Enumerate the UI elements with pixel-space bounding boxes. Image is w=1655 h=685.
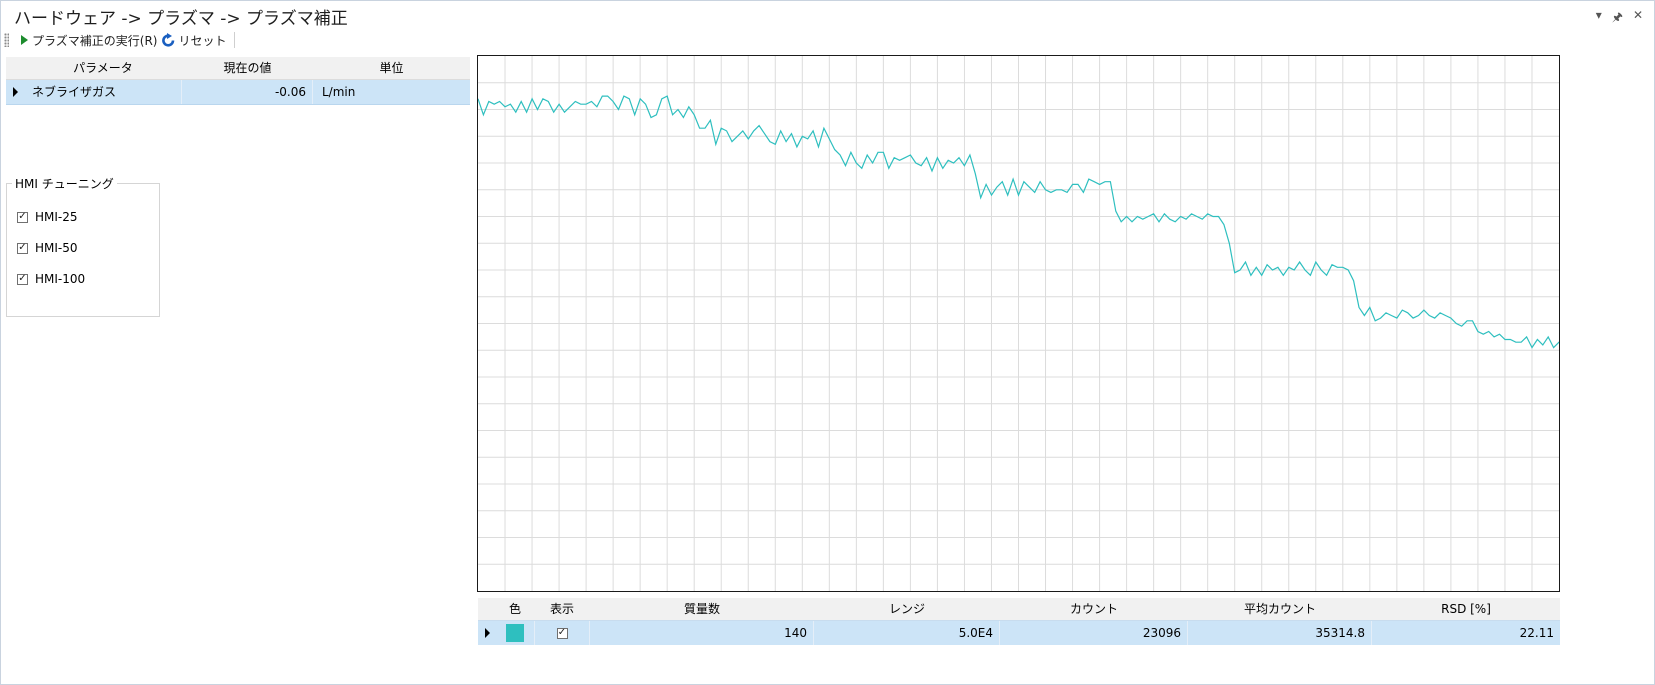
toolbar-grip-icon[interactable] — [4, 33, 9, 47]
chart-grid — [478, 56, 1559, 591]
row-indicator-header — [478, 598, 496, 620]
param-name-cell[interactable]: ネブライザガス — [24, 80, 182, 104]
param-value-cell[interactable]: -0.06 — [182, 80, 313, 104]
row-indicator-header — [6, 57, 24, 79]
color-cell[interactable] — [496, 621, 534, 645]
hmi-50-label: HMI-50 — [35, 241, 78, 255]
mass-table-header: 色 表示 質量数 レンジ カウント 平均カウント RSD [%] — [478, 598, 1560, 620]
checkbox-checked-icon[interactable]: ✓ — [17, 273, 28, 285]
checkbox-checked-icon[interactable]: ✓ — [556, 627, 568, 639]
hmi-tuning-group: HMI チューニング ✓ HMI-25 ✓ HMI-50 ✓ HMI-100 — [6, 175, 160, 317]
count-column-header[interactable]: カウント — [1000, 598, 1188, 620]
unit-column-header[interactable]: 単位 — [313, 57, 470, 79]
chart-plot-area — [478, 56, 1559, 591]
pin-icon[interactable]: 🖈 — [1612, 8, 1623, 29]
value-column-header[interactable]: 現在の値 — [182, 57, 313, 79]
reset-button-label: リセット — [178, 33, 227, 48]
hmi-group-title: HMI チューニング — [12, 175, 117, 192]
range-column-header[interactable]: レンジ — [814, 598, 1000, 620]
parameter-grid: パラメータ 現在の値 単位 ネブライザガス -0.06 L/min — [6, 57, 470, 105]
color-column-header[interactable]: 色 — [496, 598, 534, 620]
hmi-25-label: HMI-25 — [35, 210, 78, 224]
window-controls: ▾ 🖈 ✕ — [1596, 8, 1643, 29]
row-indicator — [6, 80, 24, 104]
checkbox-checked-icon[interactable]: ✓ — [17, 242, 28, 254]
reset-icon — [161, 32, 176, 48]
table-row[interactable]: ネブライザガス -0.06 L/min — [6, 80, 470, 105]
avg-count-column-header[interactable]: 平均カウント — [1188, 598, 1372, 620]
reset-button[interactable]: リセット — [161, 32, 226, 49]
toolbar: プラズマ補正の実行(R) リセット — [4, 30, 236, 50]
hmi-50-checkbox[interactable]: ✓ HMI-50 — [17, 241, 78, 255]
hmi-100-label: HMI-100 — [35, 272, 86, 286]
show-column-header[interactable]: 表示 — [534, 598, 590, 620]
count-cell[interactable]: 23096 — [1000, 621, 1188, 645]
mass-column-header[interactable]: 質量数 — [590, 598, 814, 620]
color-swatch[interactable] — [506, 624, 524, 642]
avg-count-cell[interactable]: 35314.8 — [1188, 621, 1372, 645]
show-cell[interactable]: ✓ — [534, 621, 590, 645]
param-unit-cell[interactable]: L/min — [313, 80, 470, 104]
plasma-correction-chart[interactable] — [477, 55, 1560, 592]
play-icon — [21, 35, 28, 45]
run-button-label: プラズマ補正の実行(R) — [32, 33, 158, 48]
mass-cell[interactable]: 140 — [590, 621, 814, 645]
hmi-100-checkbox[interactable]: ✓ HMI-100 — [17, 272, 85, 286]
table-row[interactable]: ✓ 140 5.0E4 23096 35314.8 22.11 — [478, 620, 1560, 645]
parameter-grid-header: パラメータ 現在の値 単位 — [6, 57, 470, 80]
checkbox-checked-icon[interactable]: ✓ — [17, 211, 28, 223]
row-pointer-icon — [13, 87, 18, 97]
dropdown-icon[interactable]: ▾ — [1596, 8, 1602, 29]
mass-table: 色 表示 質量数 レンジ カウント 平均カウント RSD [%] ✓ 140 5… — [478, 598, 1560, 645]
toolbar-separator — [234, 32, 236, 48]
rsd-column-header[interactable]: RSD [%] — [1372, 598, 1560, 620]
row-pointer-icon — [485, 628, 490, 638]
page-title: ハードウェア -> プラズマ -> プラズマ補正 — [14, 9, 348, 29]
row-indicator — [478, 621, 496, 645]
range-cell[interactable]: 5.0E4 — [814, 621, 1000, 645]
hmi-25-checkbox[interactable]: ✓ HMI-25 — [17, 210, 78, 224]
param-column-header[interactable]: パラメータ — [24, 57, 182, 79]
close-icon[interactable]: ✕ — [1633, 8, 1643, 29]
rsd-cell[interactable]: 22.11 — [1372, 621, 1560, 645]
run-plasma-correction-button[interactable]: プラズマ補正の実行(R) — [17, 32, 157, 49]
